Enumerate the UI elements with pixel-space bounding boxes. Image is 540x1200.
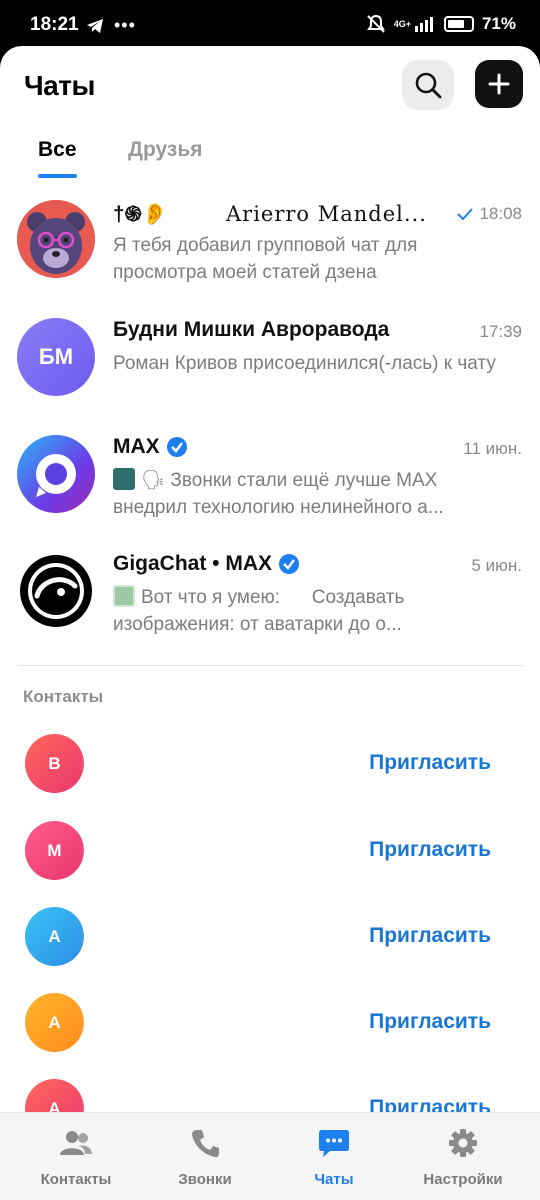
avatar: М [25,821,84,880]
message-text: Вот что я умею: Создавать изображения: о… [113,587,410,635]
avatar: А [25,907,84,966]
battery-percent: 71% [481,14,516,33]
mute-bell-icon [366,14,385,33]
chat-name-text: Arierro Mandel... [225,202,427,226]
tab-all[interactable]: Все [38,138,77,162]
bear-avatar-image [17,200,95,278]
chat-last-message: 🗣 Звонки стали ещё лучше MAX внедрил тех… [113,467,508,521]
battery-icon [443,16,474,32]
nav-label: Звонки [178,1171,232,1188]
nav-label: Чаты [314,1171,354,1188]
chat-time: 17:39 [479,322,522,342]
invite-button[interactable]: Пригласить [369,751,491,775]
chat-name-emoji: †֍👂 [113,203,168,226]
search-button[interactable] [402,60,454,110]
chat-time: 18:08 [457,204,522,224]
network-indicator: 4G+ [394,16,436,32]
avatar-initial: А [48,926,61,946]
search-icon [415,72,442,99]
chat-name: GigaChat • MAX [113,552,300,576]
bottom-navigation: Контакты Звонки Чаты Настройки [0,1112,540,1200]
chat-time-text: 18:08 [479,204,522,223]
avatar: А [25,993,84,1052]
message-emoji: 🗣 [141,470,166,491]
verified-badge-icon [279,554,300,574]
chat-item-gigachat[interactable]: GigaChat • MAX 5 июн. Вот что я умею: Со… [0,552,540,668]
chat-item-max[interactable]: MAX 11 июн. 🗣 Звонки стали ещё лучше MAX… [0,435,540,551]
status-time: 18:21 [30,14,79,35]
app-screen: Чаты Все Друзья †֍👂 Arierro Mandel... 18… [0,46,540,1200]
avatar-initial: М [47,840,62,860]
plus-icon [488,73,510,95]
max-logo-icon [36,454,76,497]
avatar-initials: БМ [38,344,74,369]
chat-time-text: 5 июн. [471,556,522,575]
invite-button[interactable]: Пригласить [369,838,491,862]
status-left-icons: ••• [86,15,136,36]
nav-settings[interactable]: Настройки [403,1125,523,1188]
nav-calls[interactable]: Звонки [145,1125,265,1188]
more-notifications-icon: ••• [114,15,136,35]
read-check-icon [457,208,474,220]
chat-time-text: 11 июн. [463,439,522,458]
verified-badge-icon [166,437,187,457]
contacts-section-label: Контакты [23,687,104,706]
battery-fill [447,20,464,28]
chat-icon [274,1125,394,1161]
chat-time: 11 июн. [463,439,522,459]
contacts-icon [16,1125,136,1161]
nav-label: Настройки [423,1171,503,1188]
chat-last-message: Роман Кривов присоединился(-лась) к чату [113,353,496,374]
chat-last-message: Вот что я умею: Создавать изображения: о… [113,584,508,638]
chat-time: 5 июн. [471,556,522,576]
nav-chats[interactable]: Чаты [274,1125,394,1188]
phone-icon [145,1125,265,1161]
chat-name: Будни Мишки Авроравода [113,318,390,341]
new-chat-button[interactable] [475,60,523,108]
invite-button[interactable]: Пригласить [369,924,491,948]
network-type: 4G+ [393,18,411,29]
gear-icon [403,1125,523,1161]
status-right: 4G+ 71% [366,14,516,34]
nav-contacts[interactable]: Контакты [16,1125,136,1188]
chat-time-text: 17:39 [479,322,522,341]
chat-name-text: GigaChat • MAX [113,552,273,575]
avatar-initial: В [48,753,61,773]
page-title: Чаты [24,70,95,101]
status-bar: 18:21 ••• 4G+ 71% [0,0,540,50]
avatar: БМ [17,318,95,396]
chat-name-text: MAX [113,435,160,458]
avatar-initial: А [48,1012,61,1032]
nav-label: Контакты [40,1171,112,1188]
chat-name: †֍👂 Arierro Mandel... [113,200,427,228]
avatar: В [25,734,84,793]
section-divider [18,665,523,666]
avatar [17,435,95,513]
redacted-contact-names [88,736,328,1156]
tab-active-indicator [38,174,77,178]
telegram-icon [87,18,103,33]
chat-item-arierro[interactable]: †֍👂 Arierro Mandel... 18:08 Я тебя добав… [0,200,540,316]
chat-last-message: Я тебя добавил групповой чат для просмот… [113,235,418,283]
chat-name: MAX [113,435,188,459]
message-image-thumbnail [113,585,135,607]
avatar [17,200,95,278]
avatar [17,552,95,630]
tab-friends[interactable]: Друзья [128,138,203,162]
message-image-thumbnail [113,468,135,490]
gigachat-logo-icon [20,555,92,627]
chat-item-budni[interactable]: БМ Будни Мишки Авроравода 17:39 Роман Кр… [0,318,540,434]
invite-button[interactable]: Пригласить [369,1010,491,1034]
signal-icon [414,17,433,32]
